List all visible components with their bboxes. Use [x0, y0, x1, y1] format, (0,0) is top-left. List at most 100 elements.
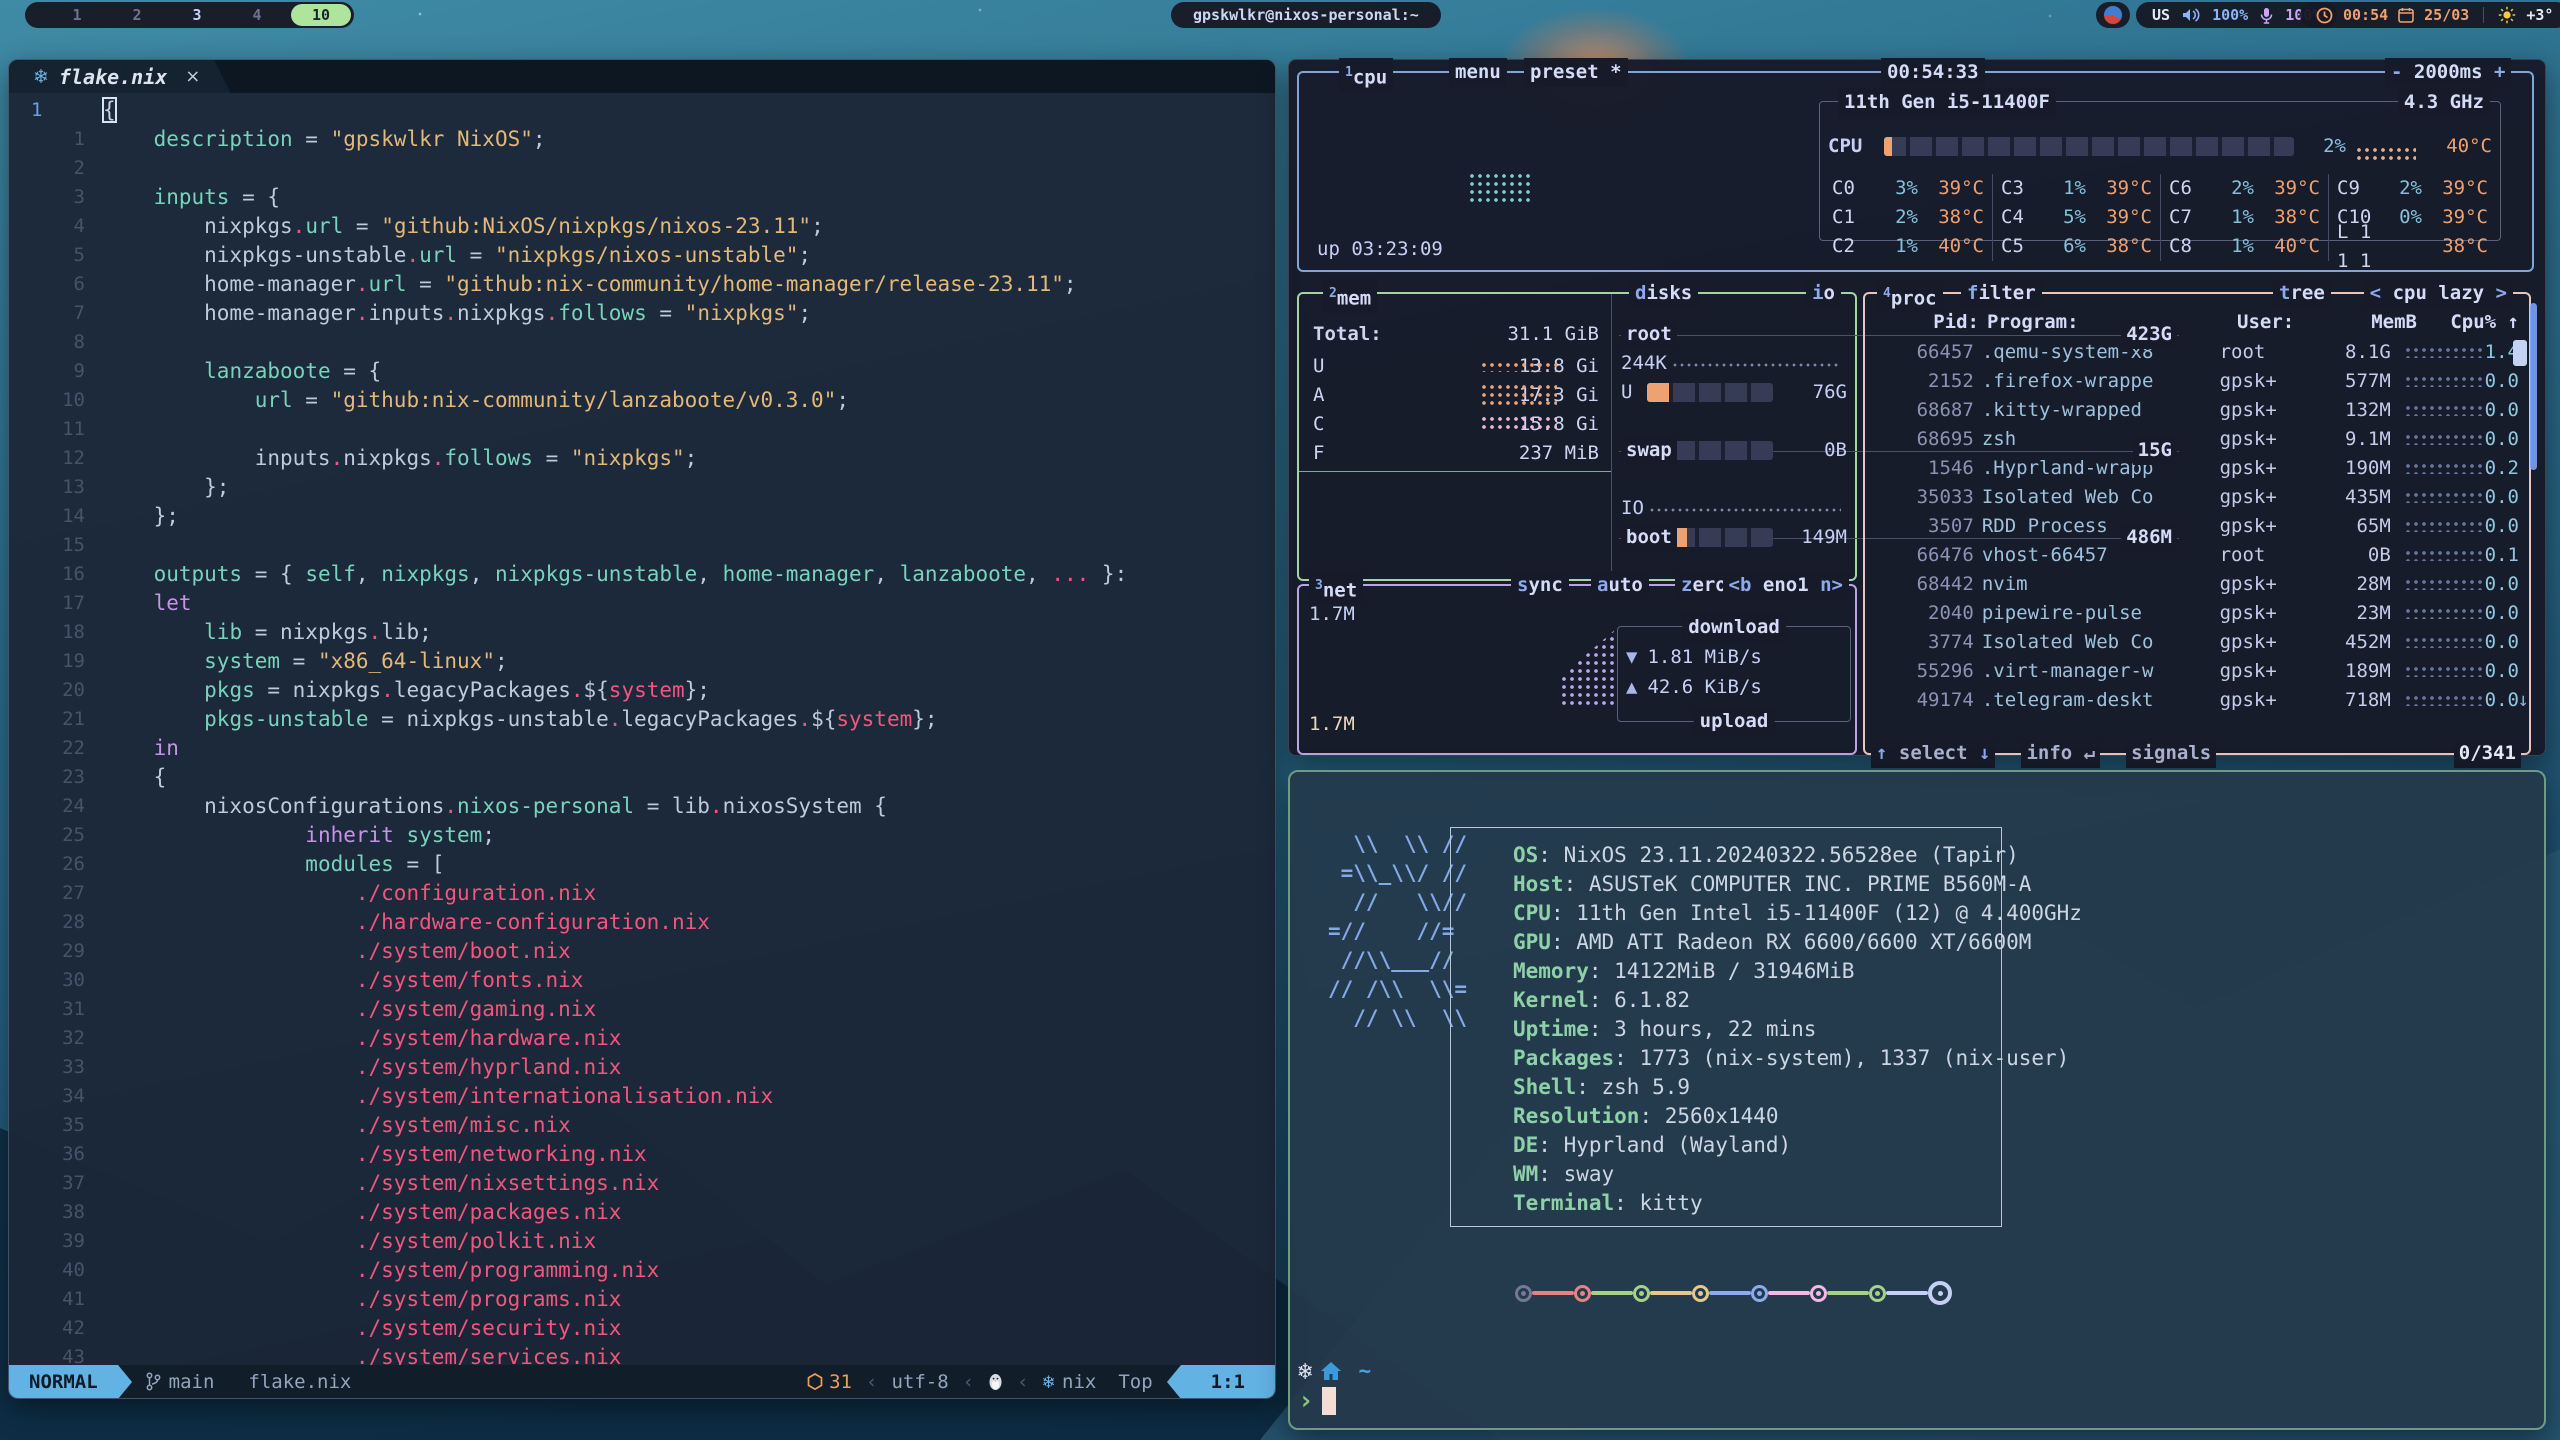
code-line[interactable]: 7 home-manager.inputs.nixpkgs.follows = …	[9, 299, 1275, 328]
microphone-icon[interactable]	[2260, 7, 2273, 24]
code-line[interactable]: 9 lanzaboote = {	[9, 357, 1275, 386]
code-line[interactable]: 6 home-manager.url = "github:nix-communi…	[9, 270, 1275, 299]
code-line[interactable]: 25 inherit system;	[9, 821, 1275, 850]
code-line[interactable]: 35 ./system/misc.nix	[9, 1111, 1275, 1140]
net-sync-toggle[interactable]: sync	[1511, 571, 1569, 600]
code-line[interactable]: 41 ./system/programs.nix	[9, 1285, 1275, 1314]
process-row[interactable]: 66457.qemu-system-x8root8.1G1.4	[1873, 338, 2519, 367]
mem-box-title[interactable]: 2mem	[1323, 279, 1377, 313]
tab-flake-nix[interactable]: ❄ flake.nix ×	[9, 60, 230, 93]
code-line[interactable]: 15	[9, 531, 1275, 560]
process-row[interactable]: 68695zshgpsk+9.1M0.0	[1873, 425, 2519, 454]
scrollbar-thumb[interactable]	[2513, 340, 2527, 366]
code-line[interactable]: 30 ./system/fonts.nix	[9, 966, 1275, 995]
code-line[interactable]: 27 ./configuration.nix	[9, 879, 1275, 908]
code-line[interactable]: 29 ./system/boot.nix	[9, 937, 1275, 966]
workspace-3[interactable]: 3	[167, 6, 227, 24]
system-tray[interactable]	[2096, 2, 2130, 28]
code-line[interactable]: 1 description = "gpskwlkr NixOS";	[9, 125, 1275, 154]
code-line[interactable]: 38 ./system/packages.nix	[9, 1198, 1275, 1227]
code-line[interactable]: 5 nixpkgs-unstable.url = "nixpkgs/nixos-…	[9, 241, 1275, 270]
process-row[interactable]: 2040pipewire-pulsegpsk+23M0.0	[1873, 599, 2519, 628]
process-row[interactable]: 66476vhost-66457root0B0.1	[1873, 541, 2519, 570]
info-hint[interactable]: info ↵	[2021, 739, 2100, 768]
disks-toggle[interactable]: disks	[1629, 279, 1698, 308]
process-row[interactable]: 35033Isolated Web Cogpsk+435M0.0	[1873, 483, 2519, 512]
proc-header[interactable]: Pid: Program: User: MemB Cpu% ↑	[1873, 308, 2519, 337]
volume-level[interactable]: 100%	[2212, 6, 2248, 24]
code-line[interactable]: 37 ./system/nixsettings.nix	[9, 1169, 1275, 1198]
sort-selector[interactable]: < cpu lazy >	[2364, 279, 2513, 308]
workspace-2[interactable]: 2	[107, 6, 167, 24]
process-row[interactable]: 3507RDD Processgpsk+65M0.0	[1873, 512, 2519, 541]
code-line[interactable]: 23 {	[9, 763, 1275, 792]
code-line[interactable]: 22 in	[9, 734, 1275, 763]
date[interactable]: 25/03	[2424, 6, 2469, 24]
diagnostics[interactable]: 31	[807, 1371, 852, 1393]
code-line[interactable]: 28 ./hardware-configuration.nix	[9, 908, 1275, 937]
tree-toggle[interactable]: tree	[2273, 279, 2331, 308]
code-line[interactable]: 36 ./system/networking.nix	[9, 1140, 1275, 1169]
filter-button[interactable]: filter	[1961, 279, 2042, 308]
code-line[interactable]: 31 ./system/gaming.nix	[9, 995, 1275, 1024]
interval-plus[interactable]: +	[2494, 61, 2505, 83]
weather-temp[interactable]: +3°	[2526, 6, 2553, 24]
process-row[interactable]: 68687.kitty-wrappedgpsk+132M0.0	[1873, 396, 2519, 425]
code-line[interactable]: 3 inputs = {	[9, 183, 1275, 212]
shell-prompt[interactable]: ❄ ~ ›	[1298, 1356, 1371, 1416]
code-line[interactable]: 21 pkgs-unstable = nixpkgs-unstable.lega…	[9, 705, 1275, 734]
code-line[interactable]: 19 system = "x86_64-linux";	[9, 647, 1275, 676]
net-interface[interactable]: <b eno1 n>	[1723, 571, 1849, 600]
code-line[interactable]: 16 outputs = { self, nixpkgs, nixpkgs-un…	[9, 560, 1275, 589]
code-line[interactable]: 14 };	[9, 502, 1275, 531]
keyboard-layout[interactable]: US	[2152, 6, 2170, 24]
code-line[interactable]: 17 let	[9, 589, 1275, 618]
code-line[interactable]: 24 nixosConfigurations.nixos-personal = …	[9, 792, 1275, 821]
io-toggle[interactable]: io	[1806, 279, 1841, 308]
process-row[interactable]: 3774Isolated Web Cogpsk+452M0.0	[1873, 628, 2519, 657]
process-row[interactable]: 2152.firefox-wrappegpsk+577M0.0	[1873, 367, 2519, 396]
git-branch-name[interactable]: main	[169, 1371, 215, 1393]
code-line[interactable]: 42 ./system/security.nix	[9, 1314, 1275, 1343]
workspace-active[interactable]: 10	[291, 4, 351, 26]
cpu-box-title[interactable]: 1cpu	[1339, 58, 1393, 92]
code-line[interactable]: 34 ./system/internationalisation.nix	[9, 1082, 1275, 1111]
menu-button[interactable]: menu	[1449, 58, 1507, 87]
terminal-scrollbar[interactable]	[2530, 303, 2537, 470]
process-row[interactable]: 68442nvimgpsk+28M0.0	[1873, 570, 2519, 599]
code-line[interactable]: 18 lib = nixpkgs.lib;	[9, 618, 1275, 647]
code-line[interactable]: 8	[9, 328, 1275, 357]
code-line[interactable]: 4 nixpkgs.url = "github:NixOS/nixpkgs/ni…	[9, 212, 1275, 241]
code-line[interactable]: 43 ./system/services.nix	[9, 1343, 1275, 1365]
code-line[interactable]: 1{	[9, 96, 1275, 125]
workspace-1[interactable]: 1	[47, 6, 107, 24]
code-line[interactable]: 12 inputs.nixpkgs.follows = "nixpkgs";	[9, 444, 1275, 473]
tray-icon[interactable]	[2103, 5, 2123, 25]
close-icon[interactable]: ×	[185, 66, 200, 87]
code-line[interactable]: 40 ./system/programming.nix	[9, 1256, 1275, 1285]
process-row[interactable]: 49174.telegram-desktgpsk+718M0.0	[1873, 686, 2519, 715]
process-row[interactable]: 55296.virt-manager-wgpsk+189M0.0	[1873, 657, 2519, 686]
code-line[interactable]: 10 url = "github:nix-community/lanzaboot…	[9, 386, 1275, 415]
code-line[interactable]: 39 ./system/polkit.nix	[9, 1227, 1275, 1256]
workspace-4[interactable]: 4	[227, 6, 287, 24]
net-auto-toggle[interactable]: auto	[1591, 571, 1649, 600]
process-list[interactable]: 66457.qemu-system-x8root8.1G1.42152.fire…	[1873, 338, 2519, 715]
select-hint[interactable]: ↑ select ↓	[1871, 739, 1995, 768]
code-line[interactable]: 33 ./system/hyprland.nix	[9, 1053, 1275, 1082]
code-line[interactable]: 26 modules = [	[9, 850, 1275, 879]
preset-button[interactable]: preset *	[1524, 58, 1628, 87]
process-row[interactable]: 1546.Hyprland-wrappgpsk+190M0.2	[1873, 454, 2519, 483]
code-line[interactable]: 11	[9, 415, 1275, 444]
scroll-down-icon[interactable]: ↓	[2518, 686, 2529, 715]
update-interval[interactable]: - 2000ms +	[2385, 58, 2511, 87]
speaker-icon[interactable]	[2182, 7, 2200, 23]
code-area[interactable]: 1{1 description = "gpskwlkr NixOS";23 in…	[9, 93, 1275, 1365]
time[interactable]: 00:54	[2343, 6, 2388, 24]
code-line[interactable]: 2	[9, 154, 1275, 183]
signals-hint[interactable]: signals	[2126, 739, 2216, 768]
code-line[interactable]: 20 pkgs = nixpkgs.legacyPackages.${syste…	[9, 676, 1275, 705]
interval-minus[interactable]: -	[2391, 61, 2402, 83]
code-line[interactable]: 32 ./system/hardware.nix	[9, 1024, 1275, 1053]
workspace-switcher[interactable]: 123410	[25, 2, 354, 28]
